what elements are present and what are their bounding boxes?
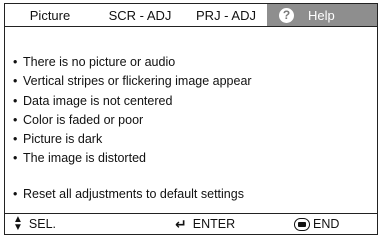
list-item[interactable]: • There is no picture or audio xyxy=(13,53,252,72)
footer-enter: ↵ ENTER xyxy=(175,216,235,233)
tab-help-label: Help xyxy=(308,7,335,23)
tab-picture[interactable]: Picture xyxy=(5,4,95,26)
up-down-arrows-icon: ▲ ▼ xyxy=(13,214,23,233)
enter-arrow-icon: ↵ xyxy=(175,215,187,232)
help-topics-list: • There is no picture or audio • Vertical … xyxy=(13,53,252,169)
reset-all-item[interactable]: • Reset all adjustments to default settin… xyxy=(13,185,244,204)
footer-enter-label: ENTER xyxy=(192,217,236,231)
question-icon: ? xyxy=(279,7,294,23)
list-item[interactable]: • The image is distorted xyxy=(13,149,252,168)
footer-sel: ▲ ▼ SEL. xyxy=(13,214,57,233)
footer-end: END xyxy=(294,217,339,231)
footer-guide-bar: ▲ ▼ SEL. ↵ ENTER END xyxy=(5,213,377,234)
list-item[interactable]: • Color is faded or poor xyxy=(13,111,252,130)
tab-prj-adj[interactable]: PRJ - ADJ xyxy=(185,4,267,26)
list-item[interactable]: • Data image is not centered xyxy=(13,92,252,111)
menu-tab-bar: Picture SCR - ADJ PRJ - ADJ ? Help xyxy=(5,4,377,27)
footer-sel-label: SEL. xyxy=(28,217,57,231)
list-item[interactable]: • Picture is dark xyxy=(13,130,252,149)
footer-end-label: END xyxy=(313,217,340,231)
help-menu-window: Picture SCR - ADJ PRJ - ADJ ? Help • Ther… xyxy=(4,3,378,235)
list-item[interactable]: • Vertical stripes or flickering image ap… xyxy=(13,72,252,91)
tab-scr-adj[interactable]: SCR - ADJ xyxy=(95,4,185,26)
end-button-icon xyxy=(294,217,310,231)
tab-help[interactable]: ? Help xyxy=(267,4,377,26)
